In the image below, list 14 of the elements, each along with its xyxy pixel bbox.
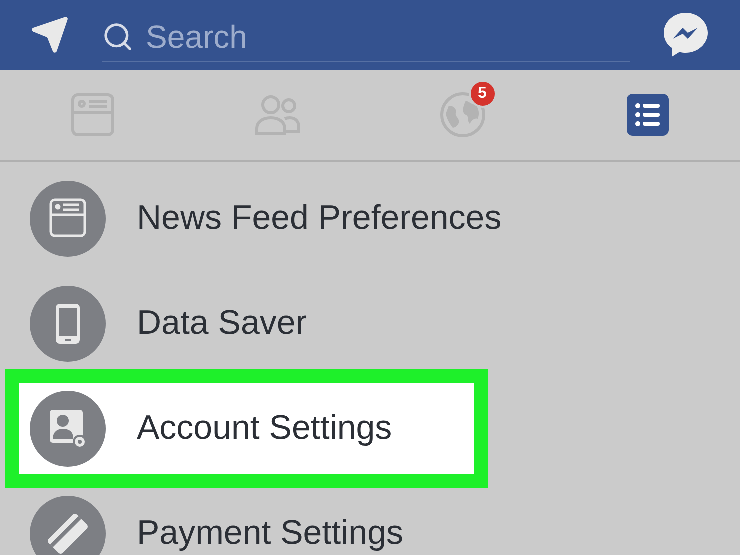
news-feed-icon	[30, 180, 106, 256]
search-icon	[102, 20, 134, 52]
news-feed-icon	[70, 93, 114, 137]
send-icon[interactable]	[30, 15, 70, 55]
notification-badge: 5	[468, 80, 496, 108]
messenger-icon[interactable]	[662, 11, 710, 59]
person-gear-icon	[30, 390, 106, 466]
card-icon	[30, 496, 106, 555]
menu-item[interactable]: Account Settings	[5, 369, 488, 488]
menu-item[interactable]: News Feed Preferences	[0, 166, 740, 271]
nav-tab[interactable]: 5	[370, 78, 555, 152]
friends-icon	[254, 94, 300, 136]
menu-icon	[626, 93, 670, 137]
phone-icon	[30, 286, 106, 362]
